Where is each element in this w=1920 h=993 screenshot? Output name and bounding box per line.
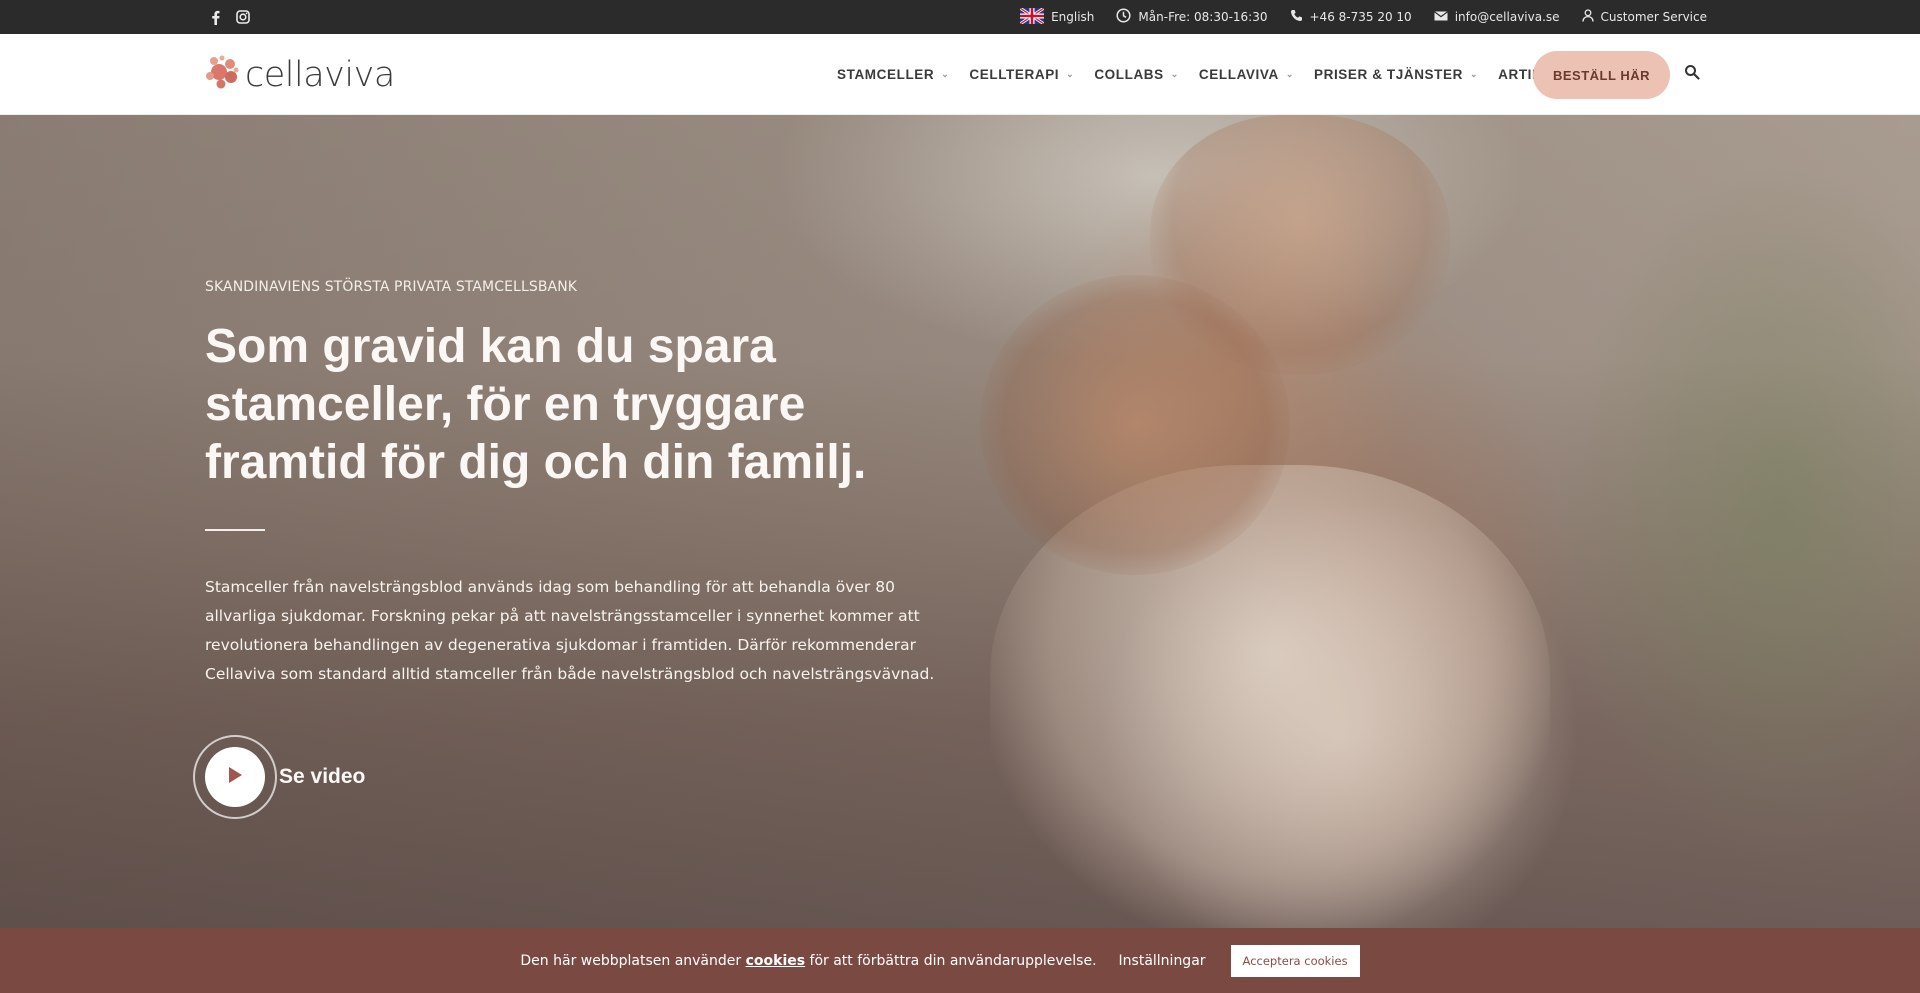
play-video-button[interactable]: Se video: [193, 735, 365, 819]
phone-text: +46 8-735 20 10: [1309, 10, 1412, 24]
video-label[interactable]: Se video: [279, 765, 365, 789]
language-switcher[interactable]: English: [1019, 6, 1095, 27]
nav-item-priser-tjanster[interactable]: PRISER & TJÄNSTER ⌄: [1314, 67, 1478, 82]
cookie-message: Den här webbplatsen använder cookies för…: [520, 953, 1096, 969]
phone-icon: [1290, 9, 1303, 25]
hours-text: Mån-Fre: 08:30-16:30: [1138, 10, 1268, 24]
nav-item-label: COLLABS: [1094, 67, 1164, 82]
nav-item-label: STAMCELLER: [837, 67, 935, 82]
cookie-settings-link[interactable]: Inställningar: [1119, 953, 1206, 969]
email-text: info@cellaviva.se: [1454, 10, 1560, 24]
chevron-down-icon: ⌄: [1170, 69, 1179, 79]
customer-service-text: Customer Service: [1600, 10, 1707, 24]
chevron-down-icon: ⌄: [1066, 69, 1075, 79]
nav-item-label: CELLTERAPI: [969, 67, 1060, 82]
nav-item-cellterapi[interactable]: CELLTERAPI ⌄: [969, 67, 1074, 82]
customer-service-link[interactable]: Customer Service: [1581, 9, 1707, 25]
nav-item-cellaviva[interactable]: CELLAVIVA ⌄: [1199, 67, 1294, 82]
cookie-text-after: för att förbättra din användarupplevelse…: [805, 952, 1097, 969]
hero-divider: [205, 529, 265, 531]
hero-photo-baby: [980, 275, 1290, 575]
chevron-down-icon: ⌄: [941, 69, 950, 79]
phone-link[interactable]: +46 8-735 20 10: [1290, 9, 1412, 25]
hero-photo-baby-dress: [990, 465, 1550, 928]
play-icon: [227, 766, 243, 789]
logo-wordmark: cellaviva: [245, 54, 395, 95]
nav-item-collabs[interactable]: COLLABS ⌄: [1094, 67, 1179, 82]
nav-item-label: CELLAVIVA: [1198, 67, 1279, 82]
uk-flag-icon: [1019, 6, 1045, 27]
play-button-disc[interactable]: [205, 747, 265, 807]
mail-icon: [1433, 10, 1448, 24]
cellaviva-logo-icon: [205, 54, 239, 95]
clock-icon: [1116, 8, 1131, 26]
social-links: [211, 0, 250, 34]
nav-item-label: PRISER & TJÄNSTER: [1313, 67, 1463, 82]
instagram-icon[interactable]: [236, 10, 250, 24]
cookie-text-before: Den här webbplatsen använder: [520, 952, 746, 969]
contact-info: English Mån-Fre: 08:30-16:30 +46 8-735 2…: [1019, 0, 1707, 34]
play-button-ring[interactable]: [193, 735, 277, 819]
hero-eyebrow: SKANDINAVIENS STÖRSTA PRIVATA STAMCELLSB…: [205, 279, 578, 295]
accept-cookies-button[interactable]: Acceptera cookies: [1230, 944, 1360, 977]
search-icon[interactable]: [1684, 64, 1704, 84]
nav-item-stamceller[interactable]: STAMCELLER ⌄: [837, 67, 949, 82]
hero-section: SKANDINAVIENS STÖRSTA PRIVATA STAMCELLSB…: [0, 115, 1920, 928]
facebook-icon[interactable]: [211, 10, 220, 25]
hero-lead-text: Stamceller från navelsträngsblod används…: [205, 578, 935, 683]
main-nav: STAMCELLER ⌄ CELLTERAPI ⌄ COLLABS ⌄ CELL…: [837, 34, 1607, 115]
chevron-down-icon: ⌄: [1469, 69, 1479, 79]
cookie-banner: Den här webbplatsen använder cookies för…: [0, 928, 1920, 993]
chevron-down-icon: ⌄: [1285, 69, 1294, 79]
language-label: English: [1051, 10, 1095, 24]
main-header: cellaviva STAMCELLER ⌄ CELLTERAPI ⌄ COLL…: [0, 34, 1920, 115]
hero-photo-mother: [1150, 115, 1450, 375]
top-bar: English Mån-Fre: 08:30-16:30 +46 8-735 2…: [0, 0, 1920, 34]
opening-hours: Mån-Fre: 08:30-16:30: [1116, 8, 1268, 26]
order-button[interactable]: BESTÄLL HÄR: [1533, 51, 1670, 99]
email-link[interactable]: info@cellaviva.se: [1433, 10, 1560, 24]
hero-headline: Som gravid kan du spara stamceller, för …: [205, 320, 867, 489]
cookies-link[interactable]: cookies: [746, 953, 805, 969]
user-icon: [1581, 9, 1594, 25]
logo[interactable]: cellaviva: [205, 54, 395, 95]
